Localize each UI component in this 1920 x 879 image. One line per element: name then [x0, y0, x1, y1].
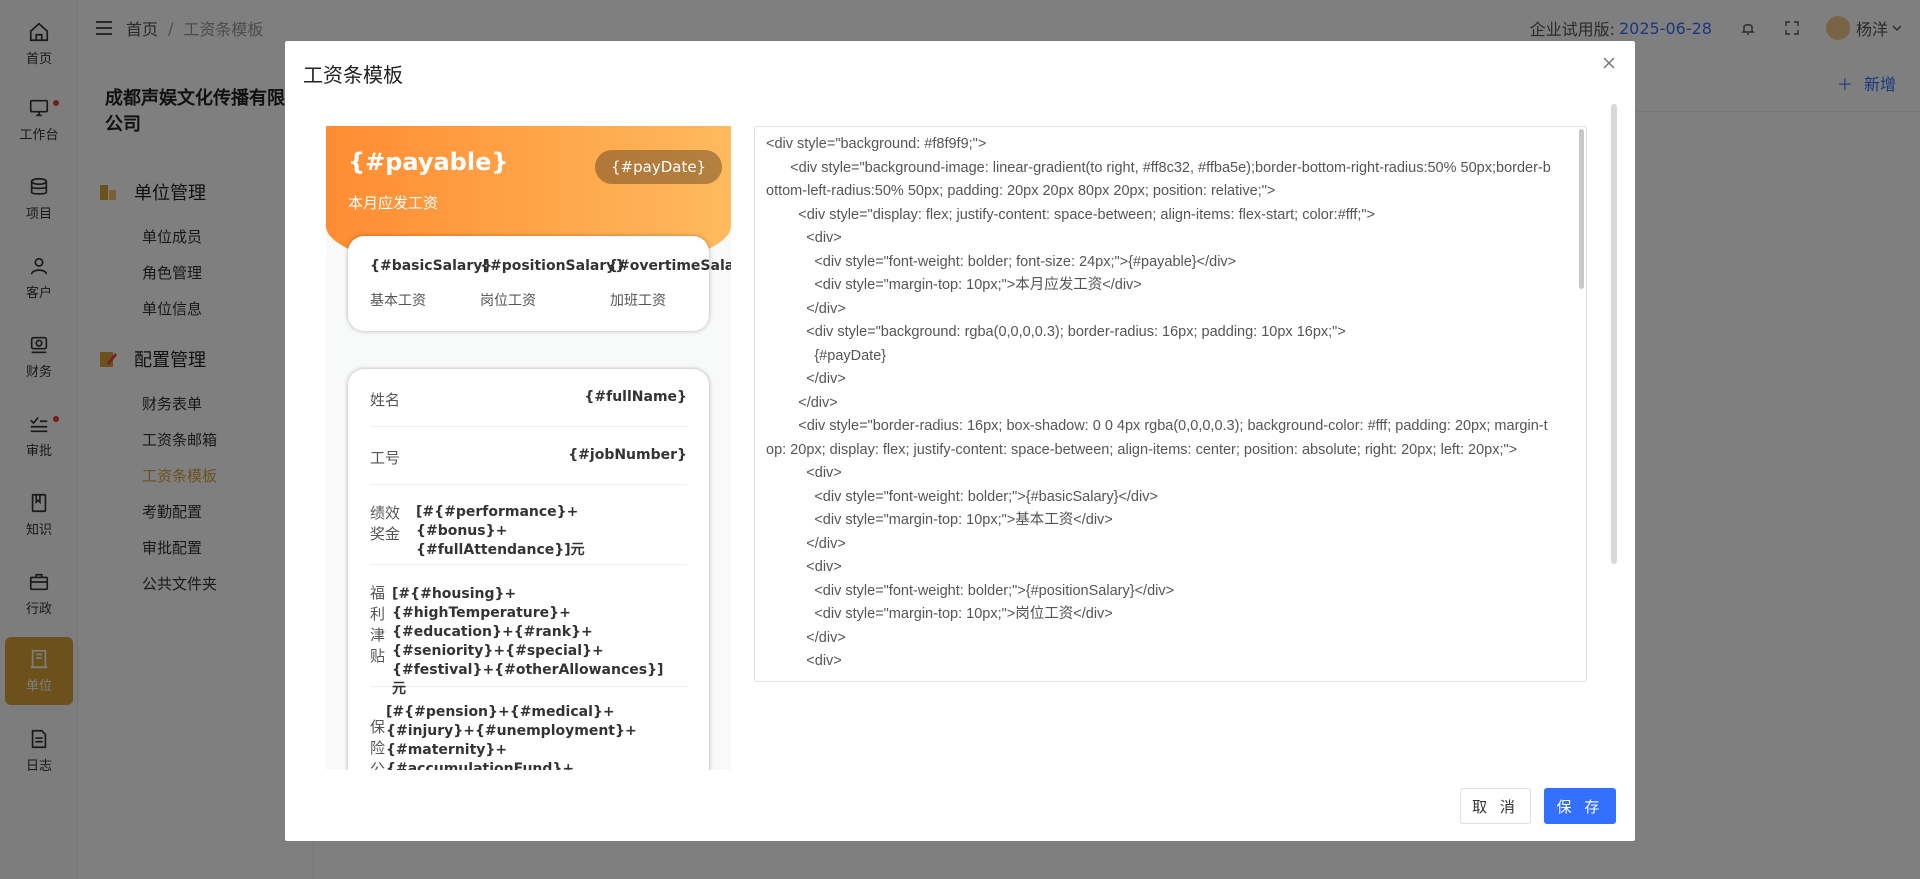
- detail-label: 工号: [370, 449, 401, 467]
- preview-position-salary-label: 岗位工资: [480, 293, 536, 309]
- editor-scrollbar[interactable]: [1579, 129, 1584, 289]
- detail-row-name: 姓名 {#fullName}: [370, 369, 687, 427]
- preview-salary-card: {#basicSalary} {#positionSalary} {#overt…: [348, 236, 731, 331]
- dialog-scrollbar[interactable]: [1611, 104, 1617, 564]
- preview-payable: {#payable}: [348, 148, 509, 176]
- detail-row-insurance: 保险公 [#{#pension}+{#medical}+{#injury}+{#…: [370, 687, 687, 770]
- preview-overtime-salary-label: 加班工资: [610, 293, 666, 309]
- detail-value: {#jobNumber}: [568, 447, 687, 463]
- detail-value: [#{#pension}+{#medical}+{#injury}+{#unem…: [386, 704, 637, 770]
- detail-value: {#fullName}: [584, 389, 687, 405]
- payslip-preview: {#payable} 本月应发工资 {#payDate} {#basicSala…: [326, 126, 731, 770]
- preview-overtime-salary: {#overtimeSalary}: [608, 258, 731, 274]
- detail-label: 福利津贴: [370, 584, 386, 665]
- dialog-title: 工资条模板: [303, 63, 403, 87]
- template-code-editor[interactable]: <div style="background: #f8f9f9;"> <div …: [754, 126, 1587, 682]
- preview-basic-salary-label: 基本工资: [370, 293, 426, 309]
- detail-label: 姓名: [370, 391, 401, 409]
- preview-basic-salary: {#basicSalary}: [370, 258, 493, 274]
- detail-label: 绩效奖金: [370, 504, 401, 543]
- preview-payable-label: 本月应发工资: [348, 194, 439, 212]
- detail-value: [#{#housing}+{#highTemperature}+{#educat…: [392, 586, 664, 697]
- payslip-template-dialog: 工资条模板 {#payable} 本月应发工资 {#payDate} {#bas…: [285, 41, 1635, 841]
- close-icon[interactable]: [1601, 55, 1617, 71]
- detail-label: 保险公: [370, 718, 386, 770]
- detail-row-welfare: 福利津贴 [#{#housing}+{#highTemperature}+{#e…: [370, 565, 687, 697]
- preview-detail-card: 姓名 {#fullName} 工号 {#jobNumber} 绩效奖金 [#{#…: [348, 369, 709, 770]
- save-button[interactable]: 保 存: [1544, 788, 1616, 824]
- detail-value: [#{#performance}+{#bonus}+{#fullAttendan…: [416, 504, 585, 558]
- preview-position-salary: {#positionSalary}: [480, 258, 626, 274]
- template-code[interactable]: <div style="background: #f8f9f9;"> <div …: [755, 127, 1586, 674]
- detail-row-job-number: 工号 {#jobNumber}: [370, 427, 687, 485]
- preview-pay-date: {#payDate}: [595, 150, 723, 184]
- detail-row-performance: 绩效奖金 [#{#performance}+{#bonus}+{#fullAtt…: [370, 485, 687, 565]
- cancel-button[interactable]: 取 消: [1460, 788, 1531, 824]
